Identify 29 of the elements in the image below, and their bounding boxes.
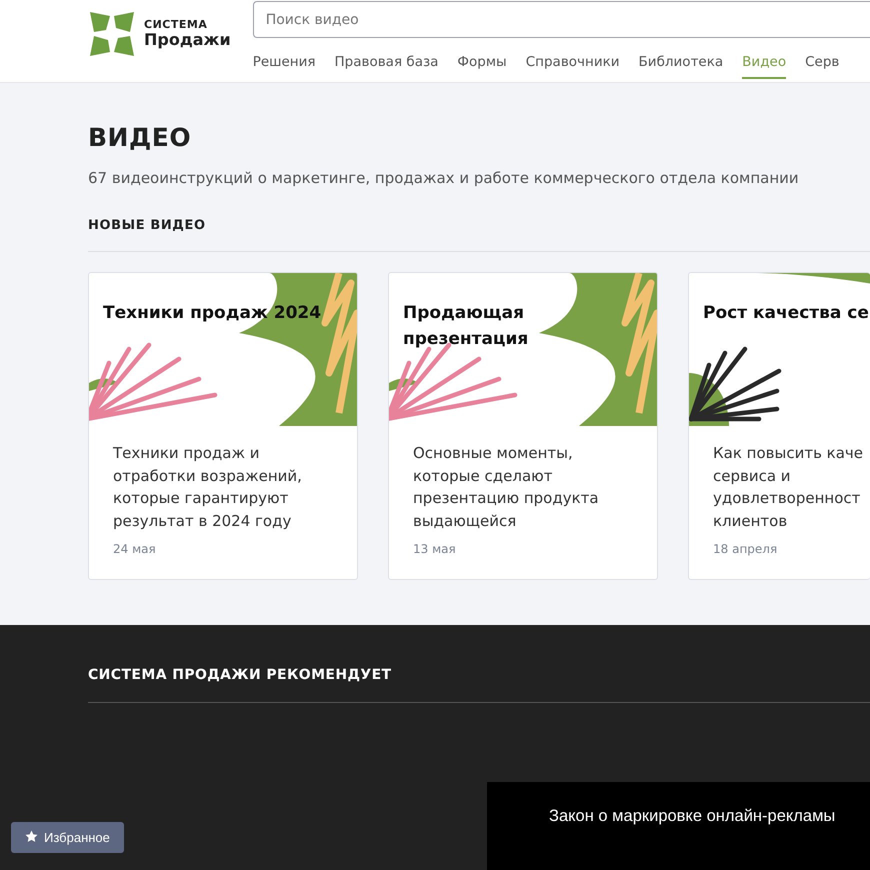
logo-text: Продажи <box>144 30 231 50</box>
page-title: ВИДЕО <box>88 123 192 153</box>
video-description: Как повысить каче сервиса и удовлетворенност клиентов <box>712 443 864 532</box>
section-heading: НОВЫЕ ВИДЕО <box>88 216 870 252</box>
nav-tab[interactable]: Правовая база <box>334 44 438 80</box>
page-subtitle: 67 видеоинструкций о маркетинге, продажах и работе коммерческого отдела компании <box>88 168 800 189</box>
video-title: Продающая презентация <box>403 302 530 350</box>
logo-icon <box>88 10 136 58</box>
video-date: 18 апреля <box>712 541 778 558</box>
video-description: Техники продаж и отработки возражений, которые гарантируют результат в 2024 году <box>112 443 303 532</box>
favorites-button[interactable]: Избранное <box>11 822 124 853</box>
star-icon <box>25 830 38 842</box>
nav-tab[interactable]: Библиотека <box>638 44 724 80</box>
search-field[interactable]: Поиск видео <box>252 1 870 38</box>
video-title: Рост качества се <box>703 302 869 325</box>
video-date: 24 мая <box>112 541 157 558</box>
video-description: Основные моменты, которые сделают презентацию продукта выдающейся <box>412 443 600 532</box>
nav-tab[interactable]: Решения <box>252 44 316 80</box>
video-card[interactable]: Рост качества се Как повысить каче сервиса и удовлетворенност клиентов 18 апреля <box>688 272 870 580</box>
nav-tab[interactable]: Справочники <box>526 44 620 80</box>
video-title: Техники продаж 2024 <box>103 302 322 325</box>
logo-text: СИСТЕМА <box>144 18 208 30</box>
nav-tab[interactable]: Серв <box>805 44 840 80</box>
video-date: 13 мая <box>412 541 457 558</box>
section-heading: СИСТЕМА ПРОДАЖИ РЕКОМЕНДУЕТ <box>88 665 870 703</box>
nav-tab[interactable]: Формы <box>457 44 507 80</box>
video-card[interactable]: Техники продаж 2024 Техники продаж и отработки возражений, которые гарантируют результат в 2024 году 24 мая <box>88 272 358 580</box>
video-card[interactable]: Продающая презентация Основные моменты, которые сделают презентацию продукта выдающейся 13 мая <box>388 272 658 580</box>
ad-banner[interactable]: Закон о маркировке онлайн-рекламы <box>487 782 870 870</box>
